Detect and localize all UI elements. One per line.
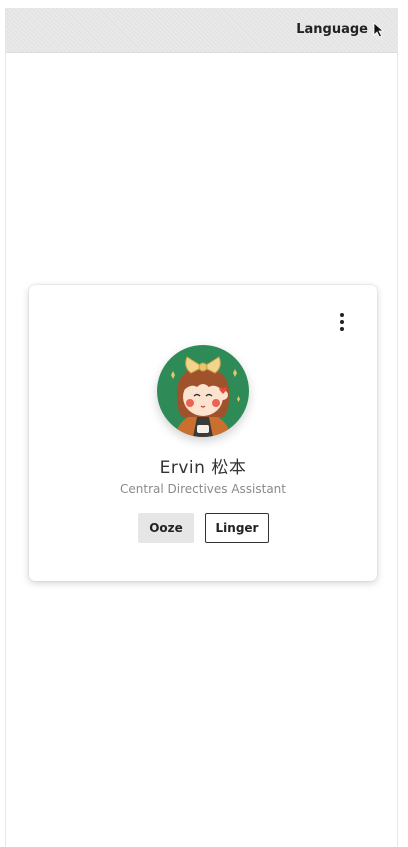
mouse-cursor-icon xyxy=(373,22,385,38)
ooze-button[interactable]: Ooze xyxy=(138,513,194,543)
language-button[interactable]: Language xyxy=(296,22,368,37)
profile-title: Central Directives Assistant xyxy=(120,482,286,496)
linger-button[interactable]: Linger xyxy=(205,513,269,543)
app-frame: Language Ervin 松本 Central Directives Ass… xyxy=(5,8,398,847)
avatar xyxy=(157,345,249,437)
more-options-icon[interactable] xyxy=(337,313,347,333)
profile-card: Ervin 松本 Central Directives Assistant Oo… xyxy=(29,285,377,581)
top-bar: Language xyxy=(6,8,397,53)
profile-name: Ervin 松本 xyxy=(159,458,247,478)
cartoon-girl-avatar-icon xyxy=(157,345,249,437)
